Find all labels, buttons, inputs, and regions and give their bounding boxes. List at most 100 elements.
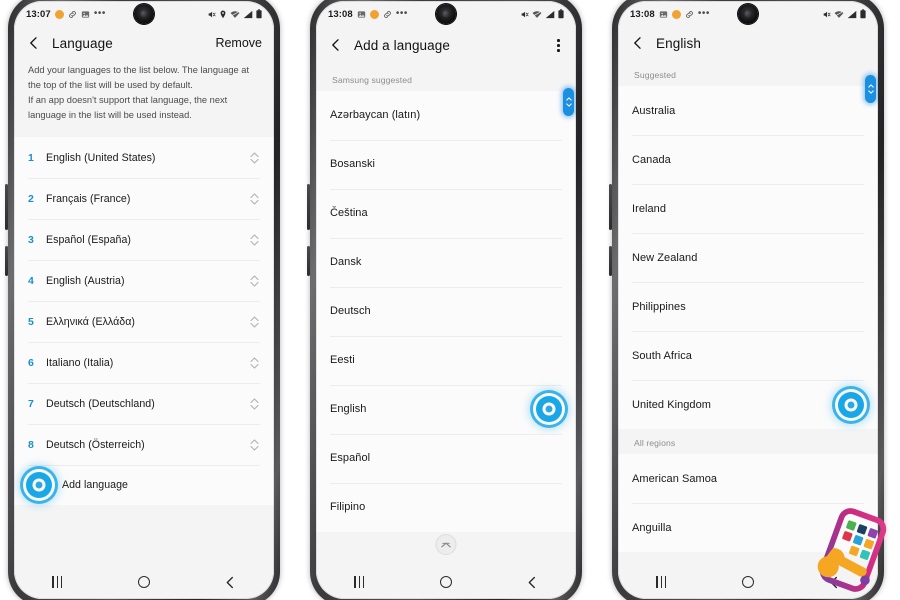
volume-down-button[interactable]	[5, 246, 8, 276]
wifi-icon	[532, 10, 542, 19]
signal-icon	[243, 10, 253, 19]
navigation-bar-1	[14, 565, 274, 599]
back-icon[interactable]	[630, 35, 646, 51]
home-icon[interactable]	[120, 571, 168, 593]
add-language-label: Add language	[62, 479, 128, 492]
app-bar-3: English	[618, 27, 878, 61]
table-row[interactable]: 4 English (Austria)	[14, 260, 274, 302]
list-item[interactable]: Australia	[618, 86, 878, 135]
recents-icon[interactable]	[335, 571, 383, 593]
list-item[interactable]: Philippines	[618, 282, 878, 331]
back-icon[interactable]	[509, 571, 557, 593]
table-row[interactable]: 2 Français (France)	[14, 178, 274, 220]
volume-up-button[interactable]	[5, 184, 8, 230]
row-label: Español (España)	[46, 233, 132, 246]
row-label: Eesti	[330, 354, 355, 367]
kebab-menu-icon[interactable]	[553, 35, 564, 56]
row-label: Bosanski	[330, 158, 376, 171]
table-row[interactable]: 5 Ελληνικά (Ελλάδα)	[14, 301, 274, 343]
row-label: American Samoa	[632, 472, 718, 485]
row-label: Français (France)	[46, 192, 131, 205]
volume-down-button[interactable]	[307, 246, 310, 276]
list-item[interactable]: South Africa	[618, 331, 878, 380]
home-icon[interactable]	[724, 571, 772, 593]
recents-icon[interactable]	[33, 571, 81, 593]
list-item[interactable]: Filipino	[316, 482, 576, 532]
phone-screen-add-a-language: 13:08 ••• Add a language Samsung suggest…	[316, 1, 576, 599]
volume-down-button[interactable]	[609, 246, 612, 276]
badge-icon	[369, 9, 379, 19]
region-list-container: Suggested Australia Canada Ireland New Z…	[618, 61, 878, 565]
back-icon[interactable]	[26, 35, 42, 51]
collapse-up-icon[interactable]	[435, 534, 457, 555]
list-item[interactable]: Eesti	[316, 335, 576, 385]
table-row[interactable]: 1 English (United States)	[14, 137, 274, 179]
reorder-handle-icon[interactable]	[249, 233, 260, 247]
back-icon[interactable]	[207, 571, 255, 593]
phone-screen-language-settings: 13:07 ••• Language Remove Add your langu…	[14, 1, 274, 599]
tap-indicator	[536, 396, 562, 423]
location-icon	[219, 10, 227, 19]
link-icon	[685, 10, 694, 19]
table-row[interactable]: 7 Deutsch (Deutschland)	[14, 383, 274, 425]
table-row[interactable]: 6 Italiano (Italia)	[14, 342, 274, 384]
list-item[interactable]: Dansk	[316, 237, 576, 287]
row-label: Dansk	[330, 256, 362, 269]
table-row[interactable]: 3 Español (España)	[14, 219, 274, 261]
home-icon[interactable]	[422, 571, 470, 593]
reorder-handle-icon[interactable]	[249, 438, 260, 452]
add-language-row[interactable]: Add language	[14, 465, 274, 506]
scroll-thumb[interactable]	[563, 87, 574, 116]
row-index: 6	[28, 356, 34, 369]
reorder-handle-icon[interactable]	[249, 397, 260, 411]
list-item[interactable]: Čeština	[316, 188, 576, 238]
row-label: South Africa	[632, 349, 692, 362]
list-item[interactable]: Bosanski	[316, 139, 576, 189]
reorder-handle-icon[interactable]	[249, 274, 260, 288]
list-item[interactable]: Español	[316, 433, 576, 483]
row-label: Español	[330, 452, 371, 465]
language-list-card: 1 English (United States) 2 Français (Fr…	[14, 137, 274, 506]
list-item[interactable]: Canada	[618, 135, 878, 184]
front-camera-punchhole	[738, 4, 758, 24]
recents-icon[interactable]	[637, 571, 685, 593]
description-text: Add your languages to the list below. Th…	[14, 61, 274, 138]
phone-repair-logo	[810, 502, 896, 598]
volume-up-button[interactable]	[609, 184, 612, 230]
row-label: Deutsch (Deutschland)	[46, 397, 155, 410]
list-item[interactable]: American Samoa	[618, 454, 878, 503]
description-line-2: If an app doesn't support that language,…	[28, 95, 228, 121]
list-item-selected[interactable]: English	[316, 384, 576, 434]
page-title: Add a language	[354, 37, 450, 53]
volume-up-button[interactable]	[307, 184, 310, 230]
list-item[interactable]: New Zealand	[618, 233, 878, 282]
navigation-bar-2	[316, 565, 576, 599]
reorder-handle-icon[interactable]	[249, 192, 260, 206]
mute-icon	[822, 10, 831, 19]
reorder-handle-icon[interactable]	[249, 315, 260, 329]
list-item-selected[interactable]: United Kingdom	[618, 380, 878, 429]
table-row[interactable]: 8 Deutsch (Österreich)	[14, 424, 274, 466]
scroll-thumb[interactable]	[865, 75, 876, 103]
row-index: 3	[28, 233, 34, 246]
list-item[interactable]: Deutsch	[316, 286, 576, 336]
list-item[interactable]: Ireland	[618, 184, 878, 233]
row-label: New Zealand	[632, 251, 698, 264]
status-bar-right-1	[207, 9, 262, 19]
battery-icon	[558, 9, 564, 19]
row-index: 2	[28, 192, 34, 205]
image-icon	[357, 10, 366, 19]
front-camera-punchhole	[134, 4, 154, 24]
reorder-handle-icon[interactable]	[249, 356, 260, 370]
remove-button[interactable]: Remove	[215, 36, 262, 50]
row-label: English (Austria)	[46, 274, 125, 287]
row-index: 4	[28, 274, 34, 287]
status-bar-right-3	[822, 9, 866, 19]
page-title: Language	[52, 35, 113, 51]
reorder-handle-icon[interactable]	[249, 151, 260, 165]
phone-device-1: 13:07 ••• Language Remove Add your langu…	[5, 0, 280, 600]
back-icon[interactable]	[328, 37, 344, 53]
list-item[interactable]: Azərbaycan (latın)	[316, 90, 576, 140]
status-bar-left-2: 13:08 •••	[328, 9, 408, 20]
row-label: Canada	[632, 153, 671, 166]
